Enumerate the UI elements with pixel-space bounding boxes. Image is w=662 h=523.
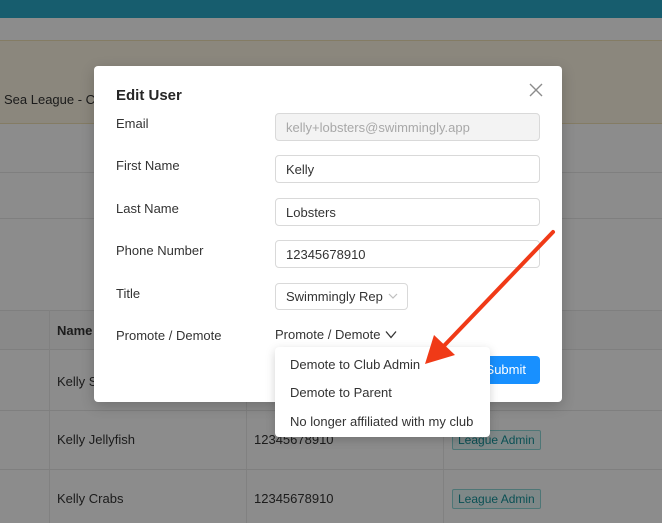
chevron-down-icon [385,331,396,339]
email-field [275,113,540,141]
chevron-down-icon [388,293,398,299]
menu-item-demote-parent[interactable]: Demote to Parent [275,378,490,407]
first-name-label: First Name [116,158,180,173]
modal-title: Edit User [116,87,182,104]
promote-demote-dropdown[interactable]: Promote / Demote [275,327,397,342]
phone-field[interactable] [275,240,540,268]
first-name-field[interactable] [275,155,540,183]
last-name-field[interactable] [275,198,540,226]
promote-demote-menu: Demote to Club Admin Demote to Parent No… [275,347,490,437]
promote-label: Promote / Demote [116,328,222,343]
close-icon[interactable] [528,82,544,98]
menu-item-demote-club-admin[interactable]: Demote to Club Admin [275,350,490,379]
last-name-label: Last Name [116,201,179,216]
title-label: Title [116,286,141,301]
title-select[interactable]: Swimmingly Rep [275,283,408,310]
promote-demote-value: Promote / Demote [275,327,381,342]
title-select-value: Swimmingly Rep [286,289,383,304]
email-label: Email [116,116,149,131]
menu-item-no-longer-affiliated[interactable]: No longer affiliated with my club [275,407,490,436]
phone-label: Phone Number [116,243,204,258]
